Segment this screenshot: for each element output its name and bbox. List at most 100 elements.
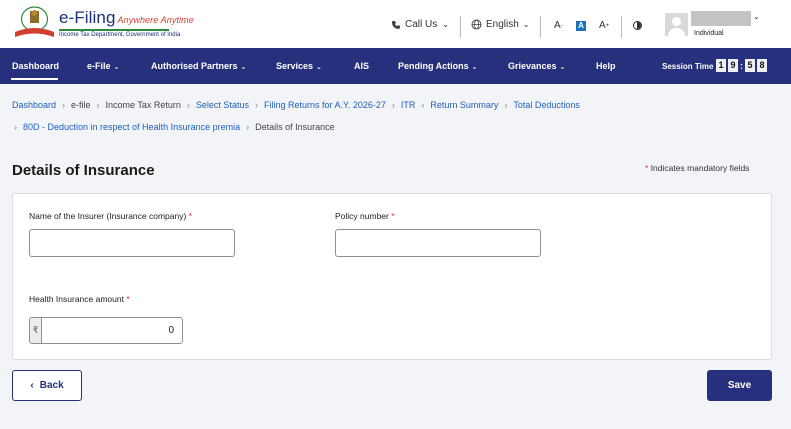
chevron-right-icon: ›	[421, 100, 425, 110]
chevron-left-icon: ‹	[30, 380, 34, 391]
insurer-name-label: Name of the Insurer (Insurance company) …	[29, 211, 192, 221]
font-small-label: A	[554, 20, 561, 31]
required-marker: *	[391, 211, 395, 221]
timer-digit: 8	[757, 59, 767, 72]
decrease-font-button[interactable]: A-	[554, 20, 563, 31]
font-normal-label: A	[578, 21, 584, 30]
header-divider	[621, 16, 622, 38]
call-us-label: Call Us	[405, 19, 438, 30]
nav-label: Pending Actions	[398, 61, 469, 71]
header-divider	[460, 16, 461, 38]
font-large-sup: +	[605, 22, 610, 29]
nav-ais[interactable]: AIS	[354, 61, 369, 71]
timer-digit: 9	[728, 59, 738, 72]
timer-colon: :	[740, 60, 743, 71]
nav-pending-actions[interactable]: Pending Actions ⌄	[398, 61, 478, 71]
user-name-redacted[interactable]	[691, 11, 751, 26]
nav-label: Help	[596, 61, 616, 71]
required-marker: *	[126, 294, 130, 304]
breadcrumb-continued: › 80D - Deduction in respect of Health I…	[14, 122, 335, 132]
required-marker: *	[645, 163, 649, 173]
call-us-dropdown[interactable]: Call Us ⌄	[391, 19, 449, 30]
contrast-toggle-icon[interactable]	[633, 21, 642, 30]
timer-digit: 1	[716, 59, 726, 72]
session-time-label: Session Time	[662, 62, 714, 71]
mandatory-note-text: Indicates mandatory fields	[650, 163, 750, 173]
chevron-down-icon: ⌄	[316, 64, 322, 71]
nav-help[interactable]: Help	[596, 61, 616, 71]
breadcrumb-income-tax-return: Income Tax Return	[105, 100, 181, 110]
back-label: Back	[39, 380, 64, 391]
chevron-down-icon: ⌄	[522, 20, 530, 29]
nav-label: Services	[276, 61, 314, 71]
nav-grievances[interactable]: Grievances ⌄	[508, 61, 565, 71]
chevron-down-icon[interactable]: ⌄	[753, 12, 760, 21]
brand[interactable]: e-Filing Anywhere Anytime Income Tax Depa…	[59, 8, 194, 38]
insurer-label-text: Name of the Insurer (Insurance company)	[29, 211, 187, 221]
breadcrumb-details-of-insurance: Details of Insurance	[255, 122, 335, 132]
chevron-down-icon: ⌄	[559, 64, 566, 71]
nav-e-file[interactable]: e-File ⌄	[87, 61, 119, 71]
avatar[interactable]	[665, 13, 688, 36]
nav-label: Grievances	[508, 61, 557, 71]
header-divider	[540, 16, 541, 38]
breadcrumb-e-file: e-file	[71, 100, 91, 110]
language-dropdown[interactable]: English ⌄	[471, 19, 530, 30]
nav-active-indicator	[11, 78, 58, 80]
normal-font-button[interactable]: A	[576, 21, 586, 31]
chevron-right-icon: ›	[62, 100, 66, 110]
main-nav: Dashboard e-File ⌄ Authorised Partners ⌄ S…	[0, 48, 791, 84]
rupee-icon: ₹	[30, 318, 42, 343]
brand-tagline: Anywhere Anytime	[117, 15, 194, 25]
insurer-name-input[interactable]	[29, 229, 235, 257]
phone-icon	[392, 20, 400, 29]
breadcrumb-select-status[interactable]: Select Status	[196, 100, 249, 110]
session-timer: 1 9 : 5 8	[716, 59, 769, 72]
brand-underline	[59, 29, 169, 31]
chevron-right-icon: ›	[391, 100, 395, 110]
breadcrumb-dashboard[interactable]: Dashboard	[12, 100, 56, 110]
back-button[interactable]: ‹ Back	[12, 370, 82, 401]
chevron-right-icon: ›	[246, 122, 250, 132]
breadcrumb-return-summary[interactable]: Return Summary	[430, 100, 498, 110]
font-small-sup: -	[560, 22, 563, 29]
nav-label: Dashboard	[12, 61, 60, 71]
health-insurance-amount-label: Health Insurance amount *	[29, 294, 130, 304]
nav-dashboard[interactable]: Dashboard	[12, 61, 59, 71]
increase-font-button[interactable]: A +	[599, 20, 609, 31]
mandatory-fields-note: * Indicates mandatory fields	[645, 163, 749, 173]
chevron-right-icon: ›	[186, 100, 190, 110]
nav-services[interactable]: Services ⌄	[276, 61, 322, 71]
brand-subtitle: Income Tax Department, Government of Ind…	[59, 32, 181, 38]
font-large-label: A	[599, 20, 606, 31]
save-button[interactable]: Save	[707, 370, 772, 401]
emblem-logo-icon[interactable]	[13, 6, 56, 40]
chevron-down-icon: ⌄	[113, 64, 120, 71]
chevron-down-icon: ⌄	[471, 64, 478, 71]
breadcrumb-itr[interactable]: ITR	[401, 100, 416, 110]
policy-number-input[interactable]	[335, 229, 541, 257]
save-label: Save	[727, 380, 752, 391]
breadcrumb: Dashboard › e-file › Income Tax Return ›…	[12, 100, 580, 110]
timer-digit: 5	[745, 59, 755, 72]
breadcrumb-80d[interactable]: 80D - Deduction in respect of Health Ins…	[23, 122, 240, 132]
policy-number-label: Policy number *	[335, 211, 395, 221]
chevron-right-icon: ›	[14, 122, 17, 132]
page-title: Details of Insurance	[12, 162, 155, 179]
top-header: e-Filing Anywhere Anytime Income Tax Depa…	[0, 0, 791, 48]
nav-label: Authorised Partners	[151, 61, 238, 71]
policy-label-text: Policy number	[335, 211, 389, 221]
chevron-down-icon: ⌄	[240, 64, 247, 71]
required-marker: *	[188, 211, 193, 221]
nav-authorised-partners[interactable]: Authorised Partners ⌄	[151, 61, 246, 71]
breadcrumb-filing-returns[interactable]: Filing Returns for A.Y. 2026-27	[264, 100, 386, 110]
globe-icon	[471, 19, 482, 30]
nav-label: AIS	[354, 61, 370, 71]
amount-label-text: Health Insurance amount	[29, 294, 124, 304]
health-insurance-amount-field: ₹	[29, 317, 183, 344]
language-label: English	[486, 19, 519, 30]
user-role: Individual	[694, 30, 724, 37]
breadcrumb-total-deductions[interactable]: Total Deductions	[513, 100, 580, 110]
chevron-right-icon: ›	[504, 100, 508, 110]
health-insurance-amount-input[interactable]	[42, 318, 182, 343]
